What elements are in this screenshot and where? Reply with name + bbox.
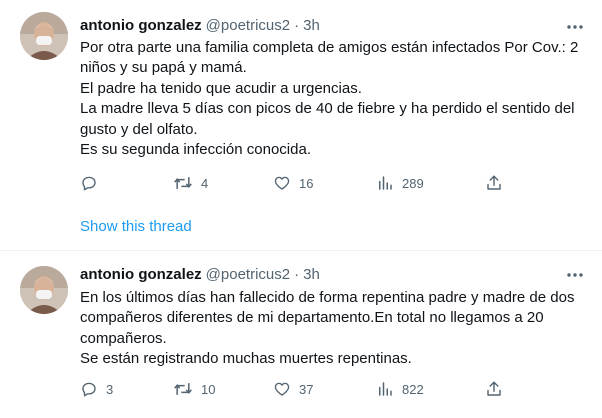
more-icon: [567, 25, 583, 29]
author-handle[interactable]: @poetricus2: [206, 17, 290, 34]
tweet-text-line: Por otra parte una familia completa de a…: [80, 39, 579, 56]
retweet-count: 10: [201, 381, 216, 397]
views-icon: [379, 382, 392, 396]
share-icon: [487, 381, 501, 396]
views-count: 822: [402, 381, 424, 397]
tweet-text-line: La madre lleva 5 días con picos de 40 de…: [80, 100, 575, 118]
more-button[interactable]: [563, 17, 587, 37]
retweet-button[interactable]: 4: [173, 173, 208, 193]
retweet-icon: [174, 177, 192, 189]
reply-button[interactable]: [80, 173, 106, 193]
like-count: 16: [299, 175, 314, 191]
reply-button[interactable]: 3: [80, 379, 113, 399]
tweet-text-line: Se están registrando muchas muertes repe…: [80, 350, 412, 368]
author-name[interactable]: antonio gonzalez: [80, 266, 202, 283]
tweet-text-line: gusto y del olfato.: [80, 120, 198, 138]
tweet-actions: 3 10 37 822: [80, 379, 520, 399]
tweet-text-line: Es su segunda infección conocida.: [80, 141, 311, 159]
tweet-text-line: compañeros diferentes de mi departamento…: [80, 309, 544, 327]
like-icon: [274, 382, 290, 396]
tweet-actions: 4 16 289: [80, 173, 520, 193]
share-button[interactable]: [485, 173, 503, 193]
views-count: 289: [402, 175, 424, 191]
like-count: 37: [299, 381, 314, 397]
more-icon: [567, 273, 583, 277]
author-name[interactable]: antonio gonzalez: [80, 17, 202, 34]
separator-dot: ·: [294, 16, 300, 34]
like-button[interactable]: 16: [273, 173, 313, 193]
retweet-icon: [174, 383, 192, 395]
author-handle[interactable]: @poetricus2: [206, 266, 290, 283]
retweet-button[interactable]: 10: [173, 379, 215, 399]
timestamp[interactable]: 3h: [303, 17, 320, 34]
separator-dot: ·: [294, 265, 300, 283]
views-button[interactable]: 289: [376, 173, 424, 193]
reply-count: 3: [106, 381, 114, 397]
tweet-text: Por otra parte una familia completa de a…: [80, 38, 595, 160]
views-button[interactable]: 822: [376, 379, 424, 399]
share-icon: [487, 175, 501, 190]
tweet-text-line: niños y su papá y mamá.: [80, 59, 247, 77]
reply-icon: [82, 382, 96, 397]
tweet-divider: [0, 250, 602, 251]
like-button[interactable]: 37: [273, 379, 313, 399]
tweet-text-line: compañeros.: [80, 329, 167, 347]
tweet-text-line: El padre ha tenido que acudir a urgencia…: [80, 79, 362, 97]
tweet-header: antonio gonzalez @poetricus2 · 3h: [80, 15, 320, 35]
reply-icon: [82, 176, 96, 191]
avatar[interactable]: [20, 12, 68, 60]
like-icon: [274, 176, 290, 190]
retweet-count: 4: [201, 175, 209, 191]
avatar[interactable]: [20, 266, 68, 314]
timestamp[interactable]: 3h: [303, 266, 320, 283]
views-icon: [379, 176, 392, 190]
tweet-text-line: En los últimos días han fallecido de for…: [80, 289, 575, 306]
tweet-header: antonio gonzalez @poetricus2 · 3h: [80, 264, 320, 284]
tweet-text: En los últimos días han fallecido de for…: [80, 288, 595, 370]
more-button[interactable]: [563, 265, 587, 285]
show-thread-link[interactable]: Show this thread: [80, 218, 192, 235]
share-button[interactable]: [485, 379, 503, 399]
